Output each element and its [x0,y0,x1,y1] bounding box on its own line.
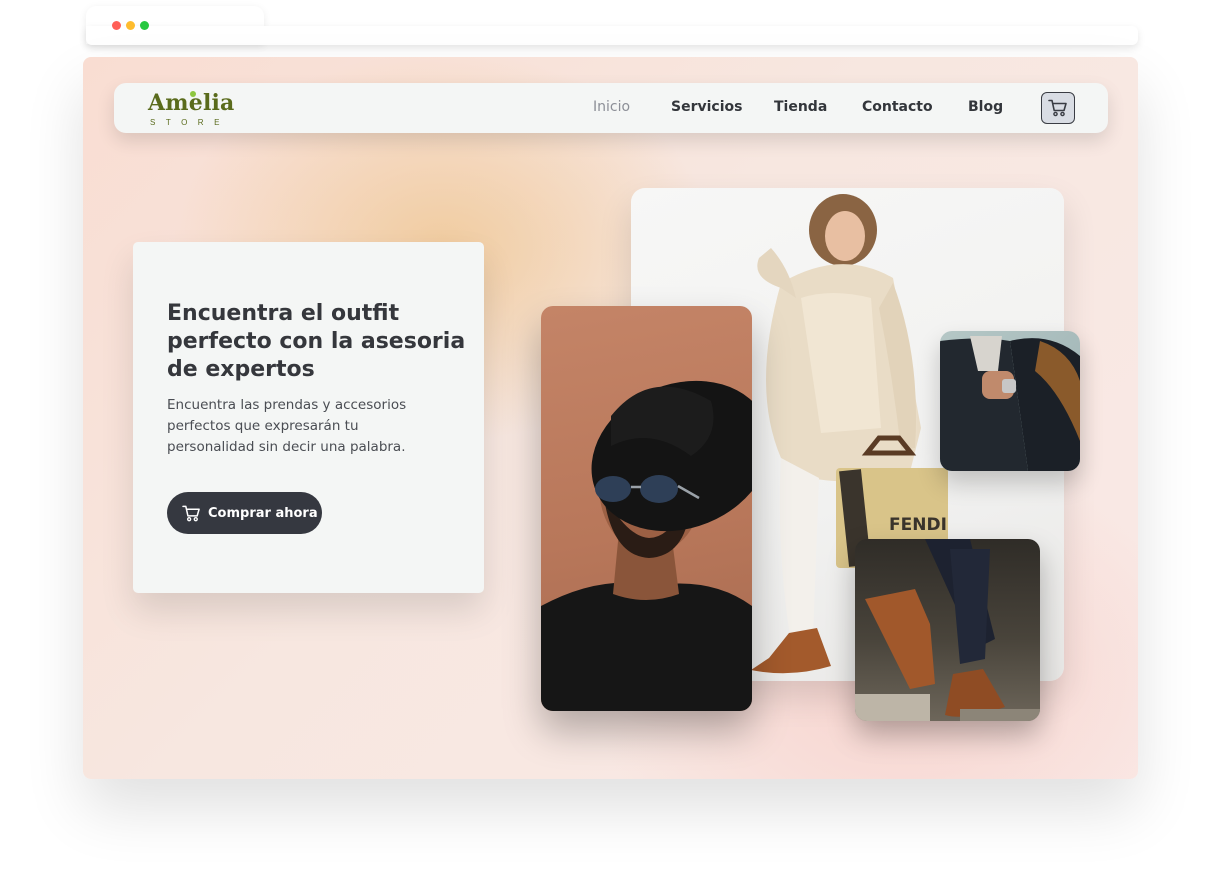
logo-dot-icon [190,91,196,97]
browser-toolbar [86,26,1138,45]
shop-now-label: Comprar ahora [208,505,318,521]
man-hat-photo [541,306,752,711]
shop-now-button[interactable]: Comprar ahora [167,492,322,534]
nav-link-servicios[interactable]: Servicios [671,99,742,115]
cart-icon [1048,99,1067,117]
window-close-dot[interactable] [112,21,121,30]
nav-link-inicio[interactable]: Inicio [593,99,630,115]
hero-card: Encuentra el outfit perfecto con la ases… [133,242,484,593]
window-maximize-dot[interactable] [140,21,149,30]
window-minimize-dot[interactable] [126,21,135,30]
bag-brand-text: FENDI [889,515,947,535]
nav-link-tienda[interactable]: Tienda [774,99,827,115]
brand-tagline: STORE [150,118,230,127]
nav-link-blog[interactable]: Blog [968,99,1003,115]
hero-description: Encuentra las prendas y accesorios perfe… [167,397,407,455]
leather-boots-photo [855,539,1040,721]
hero-title: Encuentra el outfit perfecto con la ases… [167,301,466,382]
navbar: Amelia STORE Inicio Servicios Tienda Con… [114,83,1108,133]
cart-icon [182,505,200,521]
page-canvas: Amelia STORE Inicio Servicios Tienda Con… [83,57,1138,779]
jacket-watch-photo [940,331,1080,471]
cart-button[interactable] [1041,92,1075,124]
nav-link-contacto[interactable]: Contacto [862,99,933,115]
